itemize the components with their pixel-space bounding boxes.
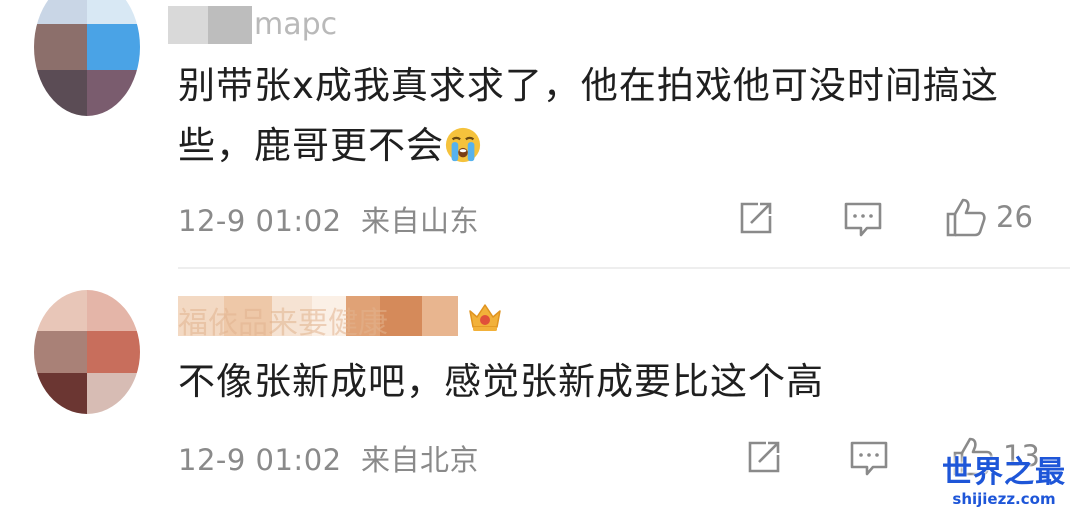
username-blurred[interactable]: 福依品来要健康 (178, 296, 504, 341)
username-fragment: 福依品来要健康 (178, 306, 388, 341)
watermark-url: shijiezz.com (952, 490, 1056, 508)
watermark-title: 世界之最 (942, 455, 1066, 490)
location: 来自北京 (361, 443, 480, 477)
comment-button[interactable] (848, 437, 890, 479)
comment-text: 不像张新成吧，感觉张新成要比这个高 (178, 360, 824, 403)
site-watermark: 世界之最 shijiezz.com (942, 455, 1066, 509)
share-button[interactable] (744, 437, 784, 477)
comment-meta: 12-9 01:02 来自北京 (178, 437, 479, 479)
avatar[interactable] (34, 290, 140, 414)
timestamp: 12-9 01:02 (178, 443, 342, 477)
crown-badge-icon (469, 304, 501, 331)
comment-item-2: 福依品来要健康 不像张新成吧，感觉张新成要比这个高 12-9 01:02 来自北… (0, 0, 1070, 477)
divider (178, 267, 1070, 269)
share-icon (748, 441, 780, 473)
comment-icon (850, 441, 888, 476)
